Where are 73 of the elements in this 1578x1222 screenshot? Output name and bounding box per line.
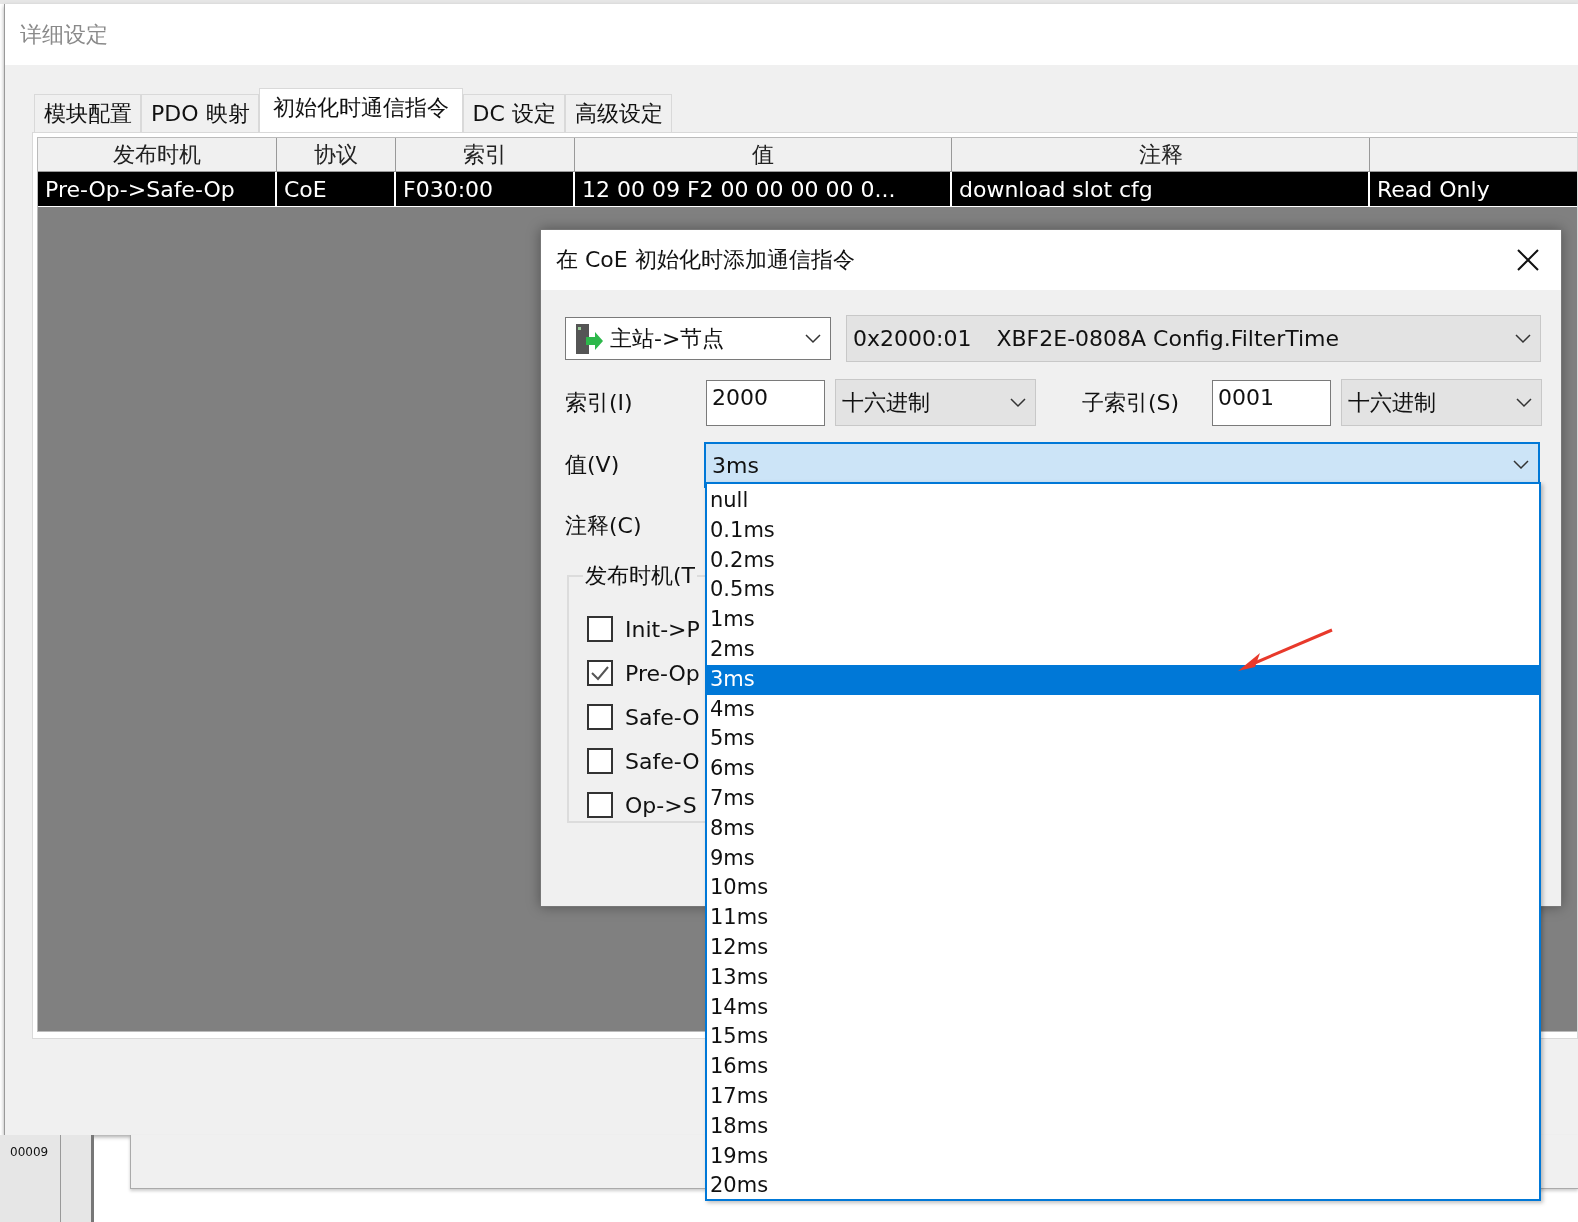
dropdown-option[interactable]: 3ms [707, 664, 1539, 695]
tab[interactable]: DC 设定 [462, 94, 565, 132]
column-header[interactable]: 值 [575, 138, 952, 172]
dropdown-option[interactable]: 15ms [707, 1022, 1539, 1053]
table-row[interactable]: Pre-Op->Safe-Op CoE F030:00 12 00 09 F2 00 00 00 00 0... download slot cfg Read Only [38, 172, 1577, 207]
direction-dropdown[interactable]: 主站->节点 [565, 317, 831, 360]
dialog-title: 在 CoE 初始化时添加通信指令 [556, 246, 855, 274]
format-dropdown[interactable]: 十六进制 [1341, 379, 1542, 426]
table-cell: F030:00 [396, 172, 575, 207]
chevron-icon [1515, 333, 1531, 344]
chevron-icon [1516, 397, 1532, 408]
table-cell: 12 00 09 F2 00 00 00 00 0... [575, 172, 952, 207]
dropdown-option[interactable]: 0.5ms [707, 575, 1539, 606]
chevron-icon [805, 333, 821, 344]
format-dropdown[interactable]: 十六进制 [835, 379, 1036, 426]
close-icon[interactable] [1517, 249, 1539, 271]
chevron-icon [1010, 397, 1026, 408]
checkbox-label[interactable]: Pre-Op [625, 660, 700, 686]
dropdown-option[interactable]: 16ms [707, 1052, 1539, 1082]
tab[interactable]: 模块配置 [34, 94, 141, 132]
table-cell: CoE [277, 172, 396, 207]
dropdown-option[interactable]: 9ms [707, 843, 1539, 874]
dropdown-option[interactable]: 14ms [707, 992, 1539, 1023]
checkbox-label[interactable]: Init->P [625, 616, 700, 642]
dropdown-option[interactable]: 12ms [707, 932, 1539, 963]
checkbox-label[interactable]: Safe-O [625, 704, 700, 730]
window-title: 详细设定 [20, 20, 108, 49]
table-cell: download slot cfg [952, 172, 1370, 207]
dropdown-option[interactable]: 7ms [707, 783, 1539, 814]
checkbox[interactable] [587, 748, 613, 774]
device-arrow-icon [574, 322, 604, 355]
dropdown-option[interactable]: null [707, 486, 1539, 516]
checkbox[interactable] [587, 616, 613, 642]
dropdown-option[interactable]: 4ms [707, 694, 1539, 725]
field-label: 索引(I) [565, 388, 634, 417]
table-cell: Read Only [1370, 172, 1577, 207]
checkbox[interactable] [587, 660, 613, 686]
dropdown-option[interactable]: 0.2ms [707, 545, 1539, 576]
checkbox-label[interactable]: Op->S [625, 792, 697, 818]
dropdown-option[interactable]: 6ms [707, 754, 1539, 784]
row-number: 00009 [10, 1145, 49, 1159]
object-address: 0x2000:01 [853, 326, 972, 351]
field-label: 注释(C) [565, 511, 642, 540]
input-field[interactable]: 2000 [706, 379, 825, 426]
object-name: XBF2E-0808A Config.FilterTime [996, 326, 1339, 351]
column-header[interactable]: 注释 [952, 138, 1370, 172]
dropdown-option[interactable]: 10ms [707, 873, 1539, 904]
dropdown-option[interactable]: 2ms [707, 635, 1539, 665]
checkbox-label[interactable]: Safe-O [625, 748, 700, 774]
field-label: 子索引(S) [1082, 388, 1181, 417]
dropdown-option[interactable]: 1ms [707, 605, 1539, 635]
dropdown-option[interactable]: 8ms [707, 813, 1539, 844]
table-cell: Pre-Op->Safe-Op [38, 172, 277, 207]
tab[interactable]: PDO 映射 [141, 94, 259, 132]
dropdown-option[interactable]: 0.1ms [707, 515, 1539, 546]
dropdown-option[interactable]: 17ms [707, 1081, 1539, 1112]
chevron-icon [1513, 460, 1529, 470]
dropdown-option[interactable]: 20ms [707, 1171, 1539, 1202]
dropdown-option[interactable]: 18ms [707, 1111, 1539, 1142]
checkbox[interactable] [587, 704, 613, 730]
object-dropdown[interactable]: 0x2000:01 XBF2E-0808A Config.FilterTime [846, 315, 1541, 362]
checkbox[interactable] [587, 792, 613, 818]
field-label: 值(V) [565, 451, 621, 479]
column-header[interactable]: 发布时机 [38, 138, 277, 172]
input-field[interactable]: 0001 [1212, 379, 1331, 426]
column-header[interactable]: 索引 [396, 138, 575, 172]
tab[interactable]: 高级设定 [564, 94, 672, 132]
dropdown-option[interactable]: 5ms [707, 724, 1539, 755]
dropdown-option[interactable]: 19ms [707, 1141, 1539, 1172]
dropdown-option[interactable]: 11ms [707, 903, 1539, 933]
column-header[interactable]: 协议 [277, 138, 396, 172]
dropdown-option[interactable]: 13ms [707, 962, 1539, 993]
tab[interactable]: 初始化时通信指令 [258, 88, 463, 132]
